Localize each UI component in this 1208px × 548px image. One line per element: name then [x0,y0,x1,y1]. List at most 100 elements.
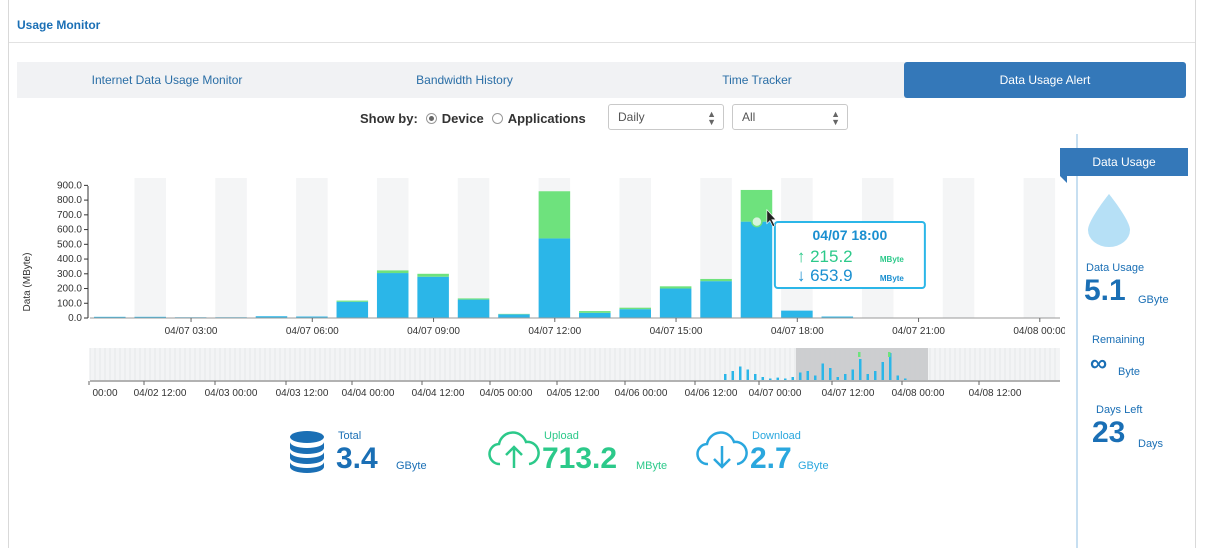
upload-bar [659,286,692,289]
x-tick-label: 04/07 12:00 [528,326,581,337]
overview-bar [814,375,817,380]
y-tick-label: 0.0 [68,313,82,324]
period-select-value: Daily [618,110,645,124]
overview-bar [851,369,854,380]
overview-bar [754,374,757,380]
device-radio-label[interactable]: Device [442,111,484,126]
column-band [134,178,166,318]
download-bar [417,276,449,318]
overview-bar [739,366,742,380]
overview-bar [874,371,877,380]
sidebar-remaining-label: Remaining [1092,334,1145,346]
overview-bar [904,378,907,380]
overview-upload-bar [858,352,861,357]
overview-tick-label: 04/05 00:00 [480,388,533,399]
show-by-controls: Show by: Device Applications [360,108,586,128]
y-tick-label: 400.0 [57,254,82,265]
x-tick-label: 04/08 00:00 [1013,326,1065,337]
overview-tick-label: 00:00 [92,388,117,399]
upload-bar [336,300,369,302]
device-radio[interactable] [425,112,437,124]
overview-tick-label: 04/07 00:00 [749,388,802,399]
select-arrows-icon: ▲ ▼ [831,109,840,127]
overview-bar [776,377,779,380]
upload-bar [376,270,409,274]
tooltip-upload: ↑ 215.2 [797,247,853,266]
upload-bar [457,298,490,300]
column-band [457,178,490,318]
usage-chart: 0.0 100.0 200.0 300.0 400.0 500.0 600.0 700.0 80… [22,178,1065,399]
cloud-upload-icon [488,431,540,468]
y-tick-label: 200.0 [57,284,82,295]
tab-data-usage-alert[interactable]: Data Usage Alert [904,62,1186,98]
cloud-download-icon [696,431,748,469]
download-bar [579,312,611,318]
tab-bar: Internet Data Usage Monitor Bandwidth Hi… [17,62,1186,98]
y-tick-label: 900.0 [57,180,82,191]
column-band [1023,178,1056,318]
data-usage-sidebar: Data Usage Data Usage 5.1 GByte Remainin… [1060,134,1196,548]
download-bar [740,221,773,318]
overview-bar [896,375,899,380]
x-tick-label: 04/07 21:00 [892,326,945,337]
upload-bar [538,191,571,239]
infinity-icon: ∞ [1090,350,1108,377]
y-tick-label: 800.0 [57,195,82,206]
y-axis-label: Data (MByte) [22,253,33,312]
filter-select[interactable]: All ▲ ▼ [732,104,848,130]
sidebar-title: Data Usage [1060,148,1188,176]
x-tick-label: 04/07 03:00 [165,326,218,337]
overview-tick-label: 04/08 00:00 [892,388,945,399]
overview-tick-label: 04/03 12:00 [276,388,329,399]
upload-unit: MByte [636,460,668,472]
sidebar-remaining-unit: Byte [1118,366,1141,378]
upload-label: Upload [544,430,579,442]
water-drop-icon [1088,194,1130,247]
overview-bar [859,359,862,380]
overview-upload-bar [888,352,891,357]
overview-tick-label: 04/06 00:00 [615,388,668,399]
period-select[interactable]: Daily ▲ ▼ [608,104,724,130]
sidebar-title-notch [1060,176,1067,183]
overview-bar [866,374,869,380]
tooltip-download: ↓ 653.9 [797,266,853,285]
total-unit: GByte [396,460,427,472]
overview-bar [799,372,802,380]
download-bar [498,314,530,318]
upload-value: 713.2 [542,442,618,475]
applications-radio-label[interactable]: Applications [508,111,586,126]
download-bar [659,288,692,318]
overview-tick-label: 04/04 00:00 [342,388,395,399]
overview-bar [821,363,824,380]
sidebar-days-label: Days Left [1096,404,1143,416]
download-value: 2.7 [750,442,792,475]
overview-selection [796,348,928,380]
overview-tick-label: 04/05 12:00 [547,388,600,399]
overview-tick-label: 04/07 12:00 [822,388,875,399]
download-unit: GByte [798,460,829,472]
x-tick-label: 04/07 06:00 [286,326,339,337]
applications-radio[interactable] [491,112,503,124]
select-arrows-icon: ▲ ▼ [707,109,716,127]
sidebar-days-value: 23 [1092,416,1126,449]
upload-bar [579,311,611,313]
tab-internet-data-usage-monitor[interactable]: Internet Data Usage Monitor [17,62,317,98]
overview-tick-label: 04/03 00:00 [205,388,258,399]
overview-bar [889,353,892,380]
tab-bandwidth-history[interactable]: Bandwidth History [317,62,612,98]
column-band [215,178,247,318]
overview-tick-label: 04/04 12:00 [412,388,465,399]
column-band [619,178,651,318]
overview-bar [836,377,839,380]
tab-time-tracker[interactable]: Time Tracker [612,62,902,98]
overview-bar [761,377,764,380]
overview-bar [731,371,734,380]
overview-bar [769,378,772,380]
overview-tick-label: 04/02 12:00 [134,388,187,399]
download-bar [457,299,490,318]
download-bar [538,238,571,318]
upload-bar [417,273,449,277]
download-bar [781,310,813,318]
tooltip-upload-unit: MByte [880,255,905,264]
sidebar-days-unit: Days [1138,438,1164,450]
